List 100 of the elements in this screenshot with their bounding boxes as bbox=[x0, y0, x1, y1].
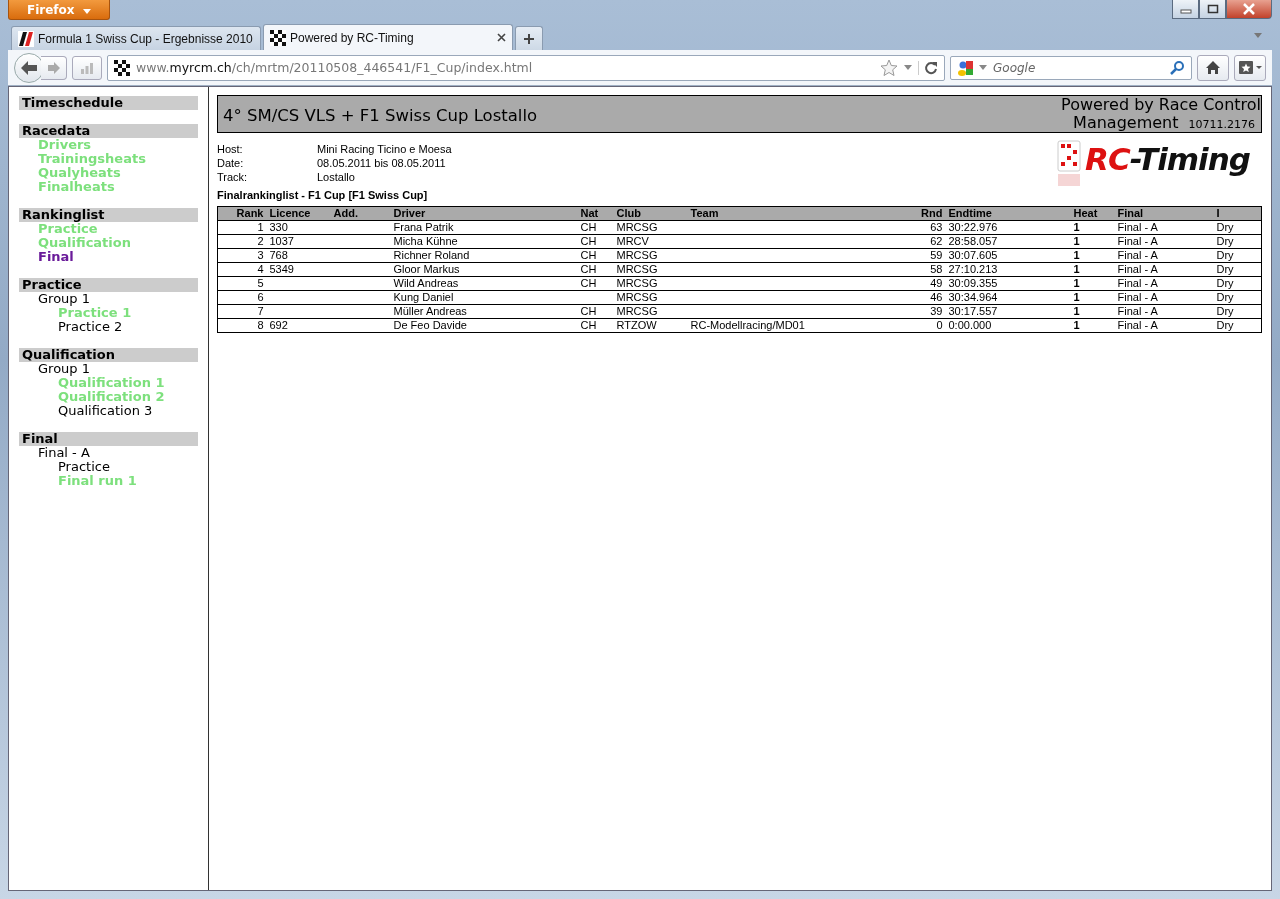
table-cell: 59 bbox=[914, 248, 946, 263]
nav-link[interactable]: Qualification bbox=[19, 236, 198, 250]
minimize-button[interactable] bbox=[1172, 0, 1199, 19]
info-value: 08.05.2011 bis 08.05.2011 bbox=[317, 156, 446, 170]
table-cell: Richner Roland bbox=[390, 248, 578, 263]
star-icon[interactable] bbox=[880, 58, 898, 77]
table-cell: 28:58.057 bbox=[945, 234, 1071, 249]
table-cell: 3 bbox=[217, 248, 267, 263]
table-cell: 46 bbox=[914, 290, 946, 305]
table-cell: CH bbox=[577, 220, 614, 235]
table-cell: 30:07.605 bbox=[945, 248, 1071, 263]
section-heading[interactable]: Rankinglist bbox=[19, 208, 198, 222]
nav-link[interactable]: Final run 1 bbox=[19, 474, 198, 488]
section-heading[interactable]: Racedata bbox=[19, 124, 198, 138]
table-cell: Final - A bbox=[1114, 220, 1214, 235]
column-header: Licence bbox=[266, 206, 331, 221]
table-cell: MRCSG bbox=[613, 220, 688, 235]
powered-by-text: Management bbox=[1073, 114, 1179, 132]
close-icon bbox=[1242, 3, 1256, 15]
nav-link[interactable]: Qualyheats bbox=[19, 166, 198, 180]
nav-link[interactable]: Finalheats bbox=[19, 180, 198, 194]
table-cell: Dry bbox=[1213, 220, 1262, 235]
table-cell: 5 bbox=[217, 276, 267, 291]
firefox-menu-button[interactable]: Firefox bbox=[8, 0, 110, 20]
table-cell: Final - A bbox=[1114, 290, 1214, 305]
table-cell: RTZOW bbox=[613, 318, 688, 333]
nav-link[interactable]: Drivers bbox=[19, 138, 198, 152]
table-cell: Micha Kühne bbox=[390, 234, 578, 249]
table-cell: 1 bbox=[1070, 290, 1115, 305]
info-label: Host: bbox=[217, 142, 244, 156]
column-header: Team bbox=[687, 206, 915, 221]
table-cell: 30:17.557 bbox=[945, 304, 1071, 319]
info-label: Date: bbox=[217, 156, 245, 170]
bookmark-star-icon bbox=[1238, 60, 1262, 75]
nav-link[interactable]: Final bbox=[19, 250, 198, 264]
nav-link[interactable]: Practice bbox=[19, 222, 198, 236]
table-cell: CH bbox=[577, 262, 614, 277]
table-cell: 1 bbox=[1070, 248, 1115, 263]
maximize-icon bbox=[1206, 4, 1219, 14]
table-cell: 5349 bbox=[266, 262, 331, 277]
logo-text: RC-Timing bbox=[1085, 140, 1250, 178]
table-cell: 768 bbox=[266, 248, 331, 263]
table-cell: 0:00.000 bbox=[945, 318, 1071, 333]
table-cell: 6 bbox=[217, 290, 267, 305]
table-cell: 27:10.213 bbox=[945, 262, 1071, 277]
section-heading[interactable]: Timeschedule bbox=[19, 96, 198, 110]
info-value: Lostallo bbox=[317, 170, 355, 184]
table-cell: 1037 bbox=[266, 234, 331, 249]
powered-by-text: Powered by Race Control bbox=[1061, 96, 1261, 114]
table-cell: CH bbox=[577, 248, 614, 263]
section-heading[interactable]: Qualification bbox=[19, 348, 198, 362]
section-heading[interactable]: Final bbox=[19, 432, 198, 446]
f1-logo-icon bbox=[18, 30, 34, 47]
new-tab-button[interactable] bbox=[515, 26, 543, 50]
table-cell: Wild Andreas bbox=[390, 276, 578, 291]
reload-icon[interactable] bbox=[918, 60, 938, 75]
back-button[interactable] bbox=[14, 52, 44, 83]
table-cell: MRCSG bbox=[613, 276, 688, 291]
checkered-flag-icon bbox=[114, 59, 130, 76]
table-cell: 30:34.964 bbox=[945, 290, 1071, 305]
table-cell: 7 bbox=[217, 304, 267, 319]
table-cell: MRCSG bbox=[613, 290, 688, 305]
close-button[interactable] bbox=[1226, 0, 1272, 19]
table-cell: Müller Andreas bbox=[390, 304, 578, 319]
table-cell: 39 bbox=[914, 304, 946, 319]
close-tab-icon[interactable] bbox=[497, 33, 506, 42]
search-icon[interactable] bbox=[1169, 59, 1185, 76]
dropdown-icon[interactable] bbox=[979, 65, 987, 70]
column-header: Add. bbox=[330, 206, 391, 221]
table-cell: Dry bbox=[1213, 304, 1262, 319]
table-cell: Dry bbox=[1213, 248, 1262, 263]
column-header: I bbox=[1213, 206, 1262, 221]
table-cell: 692 bbox=[266, 318, 331, 333]
browser-tab[interactable]: Powered by RC-Timing bbox=[263, 24, 513, 50]
nav-link[interactable]: Trainingsheats bbox=[19, 152, 198, 166]
table-cell: 4 bbox=[217, 262, 267, 277]
column-header: Final bbox=[1114, 206, 1214, 221]
nav-link[interactable]: Qualification 2 bbox=[19, 390, 198, 404]
home-button[interactable] bbox=[1197, 54, 1229, 81]
browser-tab[interactable]: Formula 1 Swiss Cup - Ergebnisse 2010 bbox=[11, 26, 261, 50]
checkered-flag-icon bbox=[270, 29, 286, 46]
maximize-button[interactable] bbox=[1199, 0, 1226, 19]
table-cell: CH bbox=[577, 276, 614, 291]
table-cell: CH bbox=[577, 318, 614, 333]
dropdown-icon[interactable] bbox=[904, 65, 912, 70]
table-cell: 1 bbox=[1070, 304, 1115, 319]
table-cell: 8 bbox=[217, 318, 267, 333]
bookmarks-button[interactable] bbox=[1234, 54, 1266, 81]
table-cell: Kung Daniel bbox=[390, 290, 578, 305]
table-cell: 62 bbox=[914, 234, 946, 249]
table-cell: MRCSG bbox=[613, 304, 688, 319]
column-header: Endtime bbox=[945, 206, 1071, 221]
column-header: Rank bbox=[217, 206, 267, 221]
section-heading[interactable]: Practice bbox=[19, 278, 198, 292]
search-box[interactable]: Google bbox=[950, 55, 1192, 80]
address-bar[interactable]: www.myrcm.ch/ch/mrtm/20110508_446541/F1_Cup/index.html bbox=[107, 54, 945, 81]
column-header: Rnd bbox=[914, 206, 946, 221]
table-cell: 30:22.976 bbox=[945, 220, 1071, 235]
table-title: Finalrankinglist - F1 Cup [F1 Swiss Cup] bbox=[217, 189, 429, 201]
table-cell: CH bbox=[577, 234, 614, 249]
